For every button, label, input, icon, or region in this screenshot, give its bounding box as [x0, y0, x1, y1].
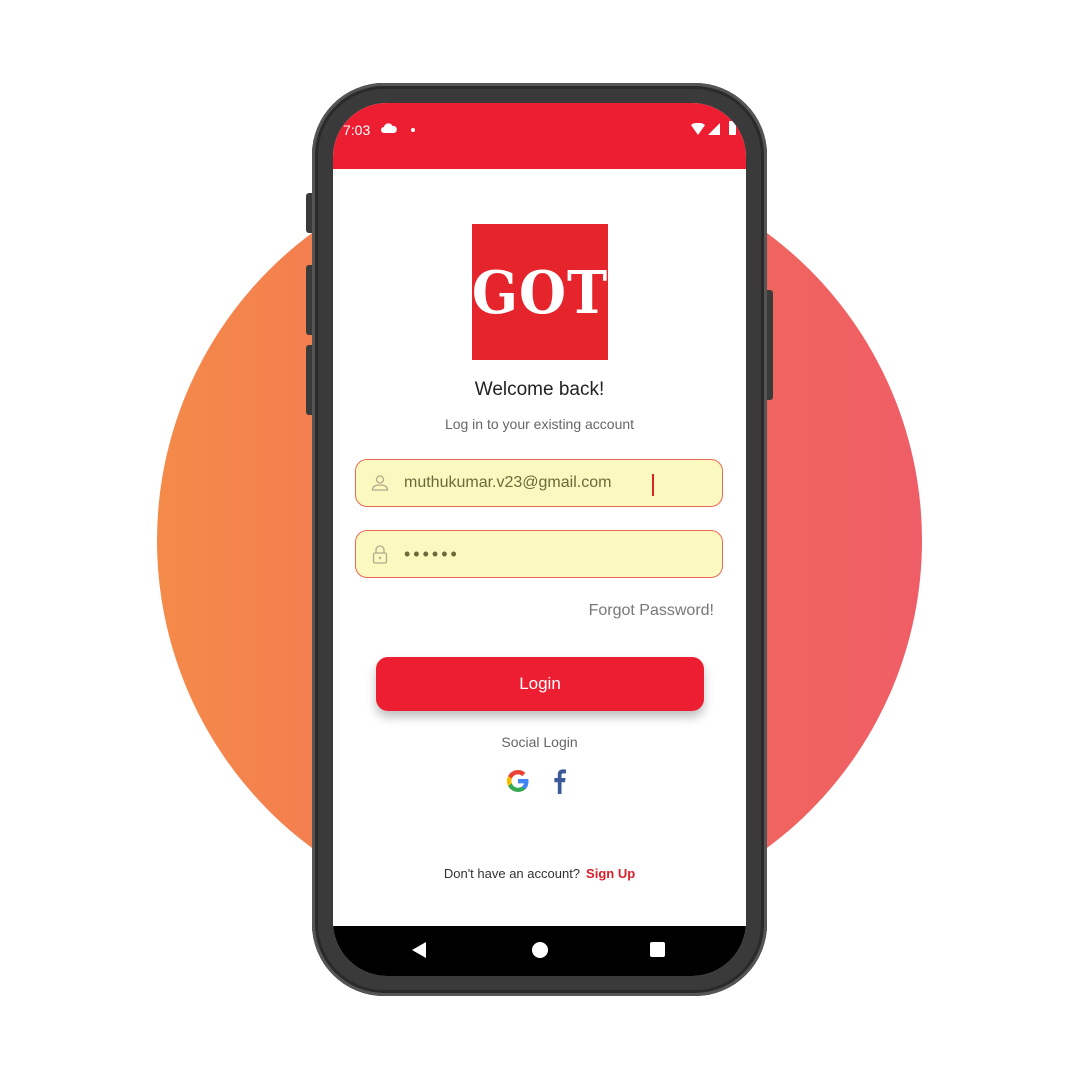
facebook-icon[interactable] [551, 768, 567, 794]
back-icon[interactable] [411, 942, 427, 958]
app-logo: GOT [472, 224, 608, 360]
logo-text: GOT [471, 256, 609, 328]
password-field[interactable] [355, 530, 723, 578]
email-input[interactable] [404, 474, 704, 492]
user-icon [371, 475, 389, 491]
page-title: Welcome back! [474, 379, 605, 400]
signal-icon [708, 123, 720, 135]
page-subtitle: Log in to your existing account [444, 416, 635, 432]
navigation-bar [333, 926, 746, 976]
signup-prompt: Don't have an account? [443, 866, 581, 881]
text-cursor [652, 474, 654, 496]
cloud-icon [381, 123, 397, 133]
wifi-icon [691, 123, 705, 135]
lock-icon [372, 545, 388, 564]
recents-icon[interactable] [650, 942, 665, 957]
login-content: GOT Welcome back! Log in to your existin… [333, 169, 746, 926]
signup-row: Don't have an account? Sign Up [333, 866, 746, 881]
password-input[interactable] [404, 543, 704, 565]
signup-link[interactable]: Sign Up [586, 866, 635, 881]
phone-screen: 7:03 GOT Welcome back! Log in to your ex… [333, 103, 746, 976]
home-icon[interactable] [532, 942, 548, 958]
status-bar: 7:03 [333, 103, 746, 169]
status-time: 7:03 [343, 122, 371, 138]
social-login-label: Social Login [501, 734, 578, 750]
login-button[interactable]: Login [376, 657, 704, 711]
google-icon[interactable] [506, 769, 530, 793]
forgot-password-link[interactable]: Forgot Password! [589, 602, 714, 620]
battery-icon [729, 121, 736, 135]
email-field[interactable] [355, 459, 723, 507]
power-button [767, 290, 773, 400]
dot-icon [411, 128, 415, 132]
